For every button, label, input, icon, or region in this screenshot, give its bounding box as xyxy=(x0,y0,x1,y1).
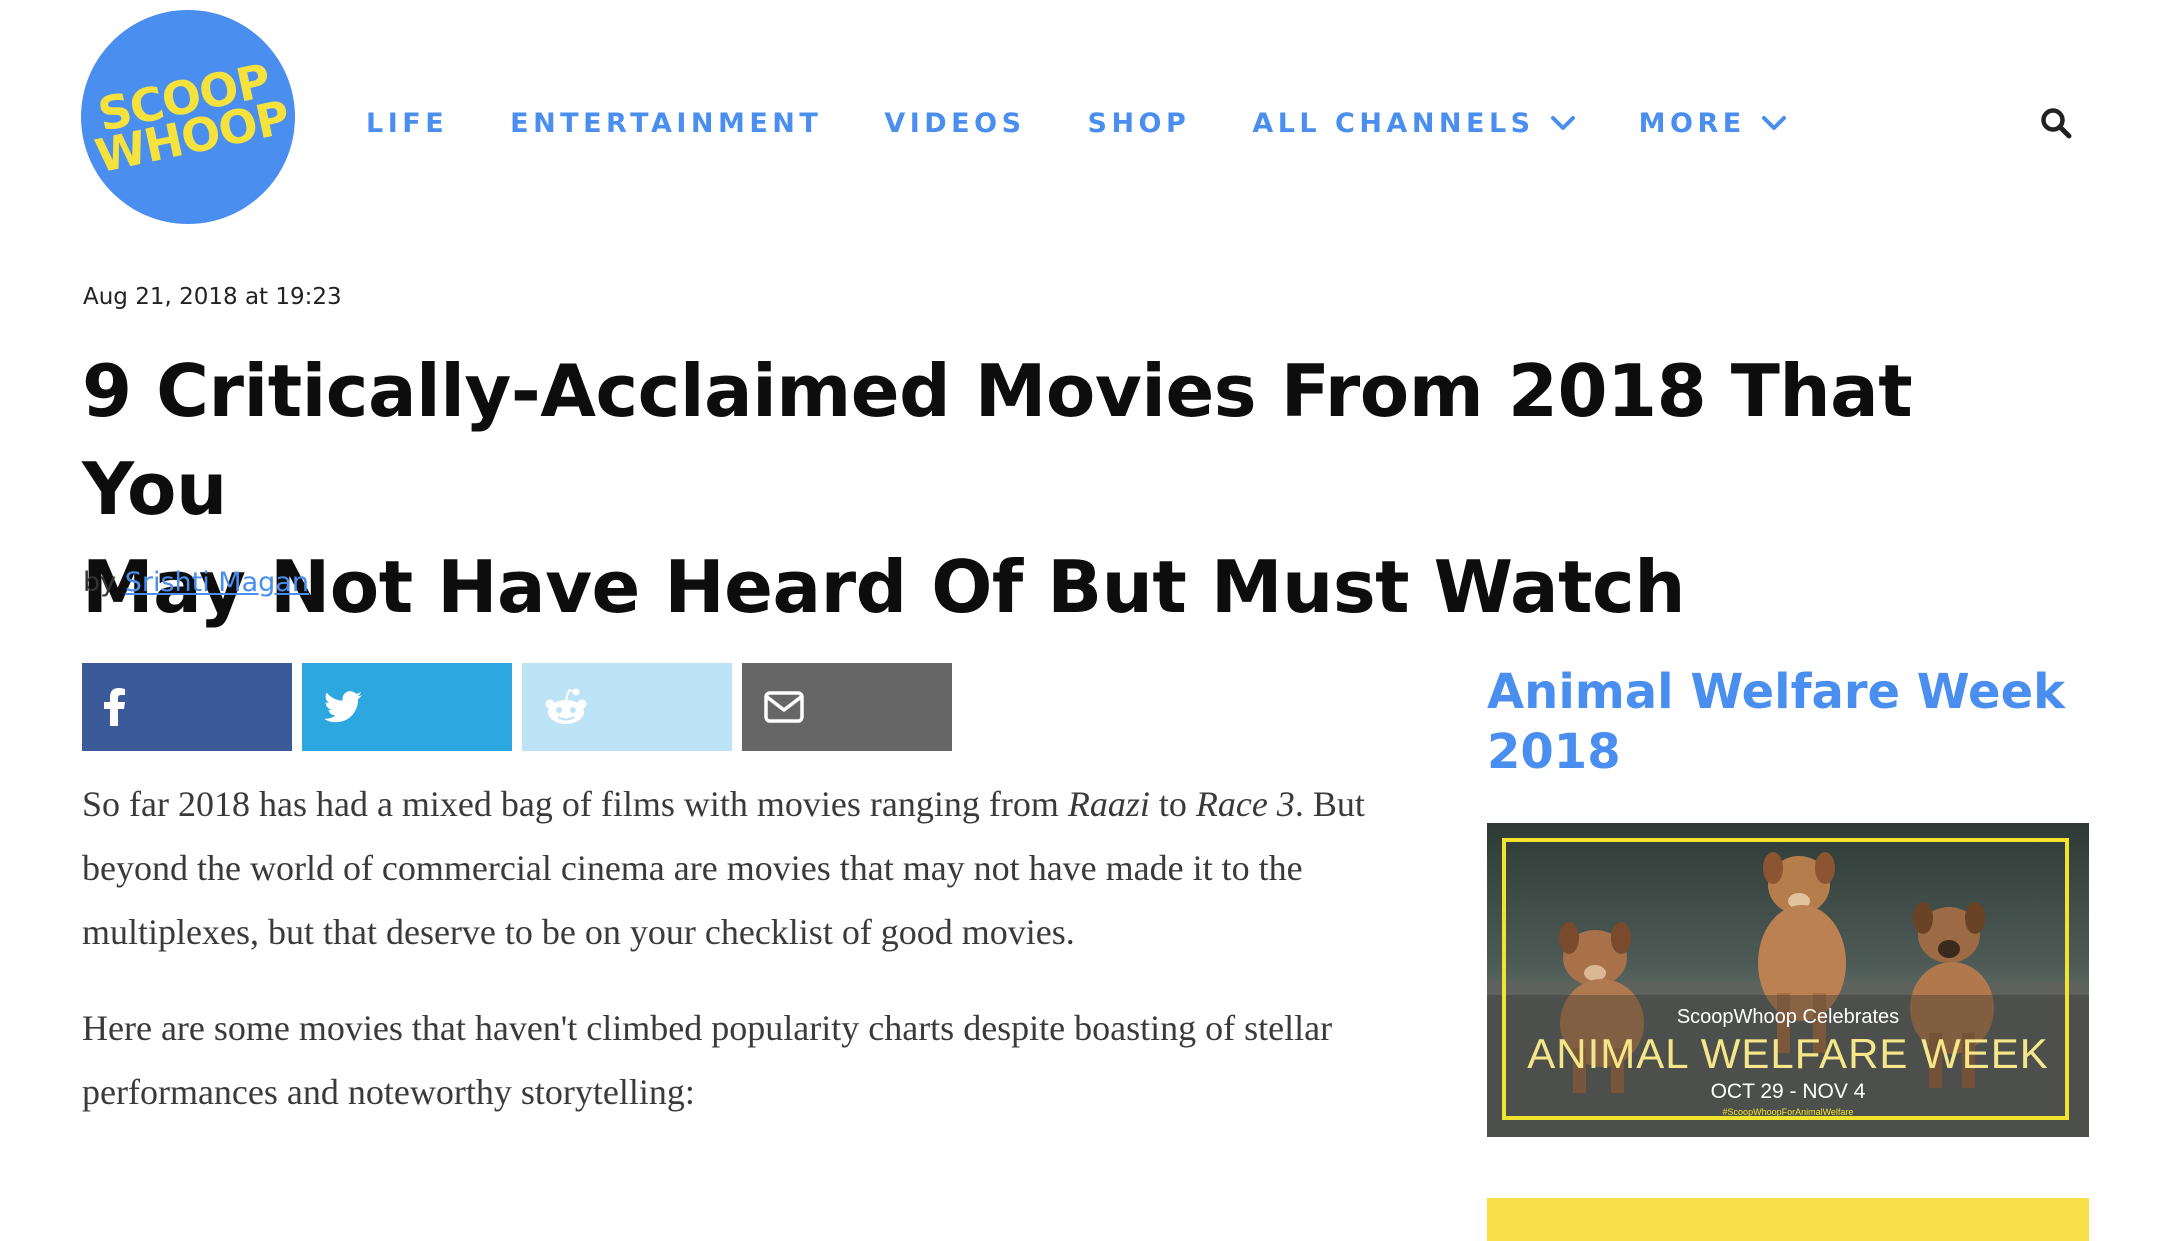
nav-item-label: VIDEOS xyxy=(884,107,1026,139)
article-title-line: May Not Have Heard Of But Must Watch xyxy=(82,545,1685,629)
nav-item-label: LIFE xyxy=(366,107,449,139)
chevron-down-icon xyxy=(1549,113,1577,133)
article-title: 9 Critically-Acclaimed Movies From 2018 … xyxy=(82,342,2062,636)
chevron-down-icon xyxy=(1760,113,1788,133)
share-reddit-button[interactable] xyxy=(522,663,732,751)
movie-title-raazi: Raazi xyxy=(1067,784,1150,824)
sidebar-title[interactable]: Animal Welfare Week 2018 xyxy=(1487,662,2107,782)
share-twitter-button[interactable] xyxy=(302,663,512,751)
article-paragraph: So far 2018 has had a mixed bag of films… xyxy=(82,772,1462,964)
article-paragraph: Here are some movies that haven't climbe… xyxy=(82,1008,1333,1112)
search-icon xyxy=(2041,108,2072,139)
nav-item-videos[interactable]: VIDEOS xyxy=(884,108,1025,139)
twitter-icon xyxy=(324,691,362,723)
share-email-button[interactable] xyxy=(742,663,952,751)
share-bar xyxy=(82,663,952,751)
sidebar-ad-block[interactable] xyxy=(1487,1198,2089,1241)
promo-headline: ANIMAL WELFARE WEEK xyxy=(1527,1030,2049,1077)
nav-item-all-channels[interactable]: ALL CHANNELS xyxy=(1252,108,1576,139)
paragraph-text: So far 2018 has had a mixed bag of films… xyxy=(82,784,1068,824)
facebook-icon xyxy=(104,688,125,726)
main-nav: LIFE ENTERTAINMENT VIDEOS SHOP ALL CHANN… xyxy=(366,104,1788,142)
search-button[interactable] xyxy=(2036,103,2076,143)
nav-item-shop[interactable]: SHOP xyxy=(1088,108,1191,139)
paragraph-text: to xyxy=(1149,784,1196,824)
promo-dates: OCT 29 - NOV 4 xyxy=(1710,1080,1866,1103)
byline-prefix: by xyxy=(83,567,117,598)
nav-item-label: ALL CHANNELS xyxy=(1252,107,1535,139)
promo-hashtag: #ScoopWhoopForAnimalWelfare xyxy=(1722,1107,1854,1117)
author-link[interactable]: Srishti Magan xyxy=(125,567,309,598)
nav-item-entertainment[interactable]: ENTERTAINMENT xyxy=(510,108,822,139)
nav-item-label: ENTERTAINMENT xyxy=(510,107,823,139)
article-body: So far 2018 has had a mixed bag of films… xyxy=(82,772,1462,1156)
article-timestamp: Aug 21, 2018 at 19:23 xyxy=(83,284,342,310)
logo-wordmark: SCOOP WHOOP xyxy=(84,53,294,183)
share-facebook-button[interactable] xyxy=(82,663,292,751)
nav-item-label: MORE xyxy=(1638,107,1746,139)
email-icon xyxy=(764,691,804,723)
movie-title-race-3: Race 3 xyxy=(1195,784,1295,824)
promo-subtitle: ScoopWhoop Celebrates xyxy=(1676,1006,1900,1028)
site-logo[interactable]: SCOOP WHOOP xyxy=(81,10,295,224)
reddit-icon xyxy=(545,688,587,724)
nav-item-more[interactable]: MORE xyxy=(1639,108,1788,139)
nav-item-label: SHOP xyxy=(1087,107,1191,139)
animal-welfare-promo-banner[interactable]: ScoopWhoop Celebrates ANIMAL WELFARE WEE… xyxy=(1487,823,2089,1137)
article-title-line: 9 Critically-Acclaimed Movies From 2018 … xyxy=(82,349,1913,531)
nav-item-life[interactable]: LIFE xyxy=(366,108,448,139)
byline: by Srishti Magan xyxy=(83,567,309,598)
